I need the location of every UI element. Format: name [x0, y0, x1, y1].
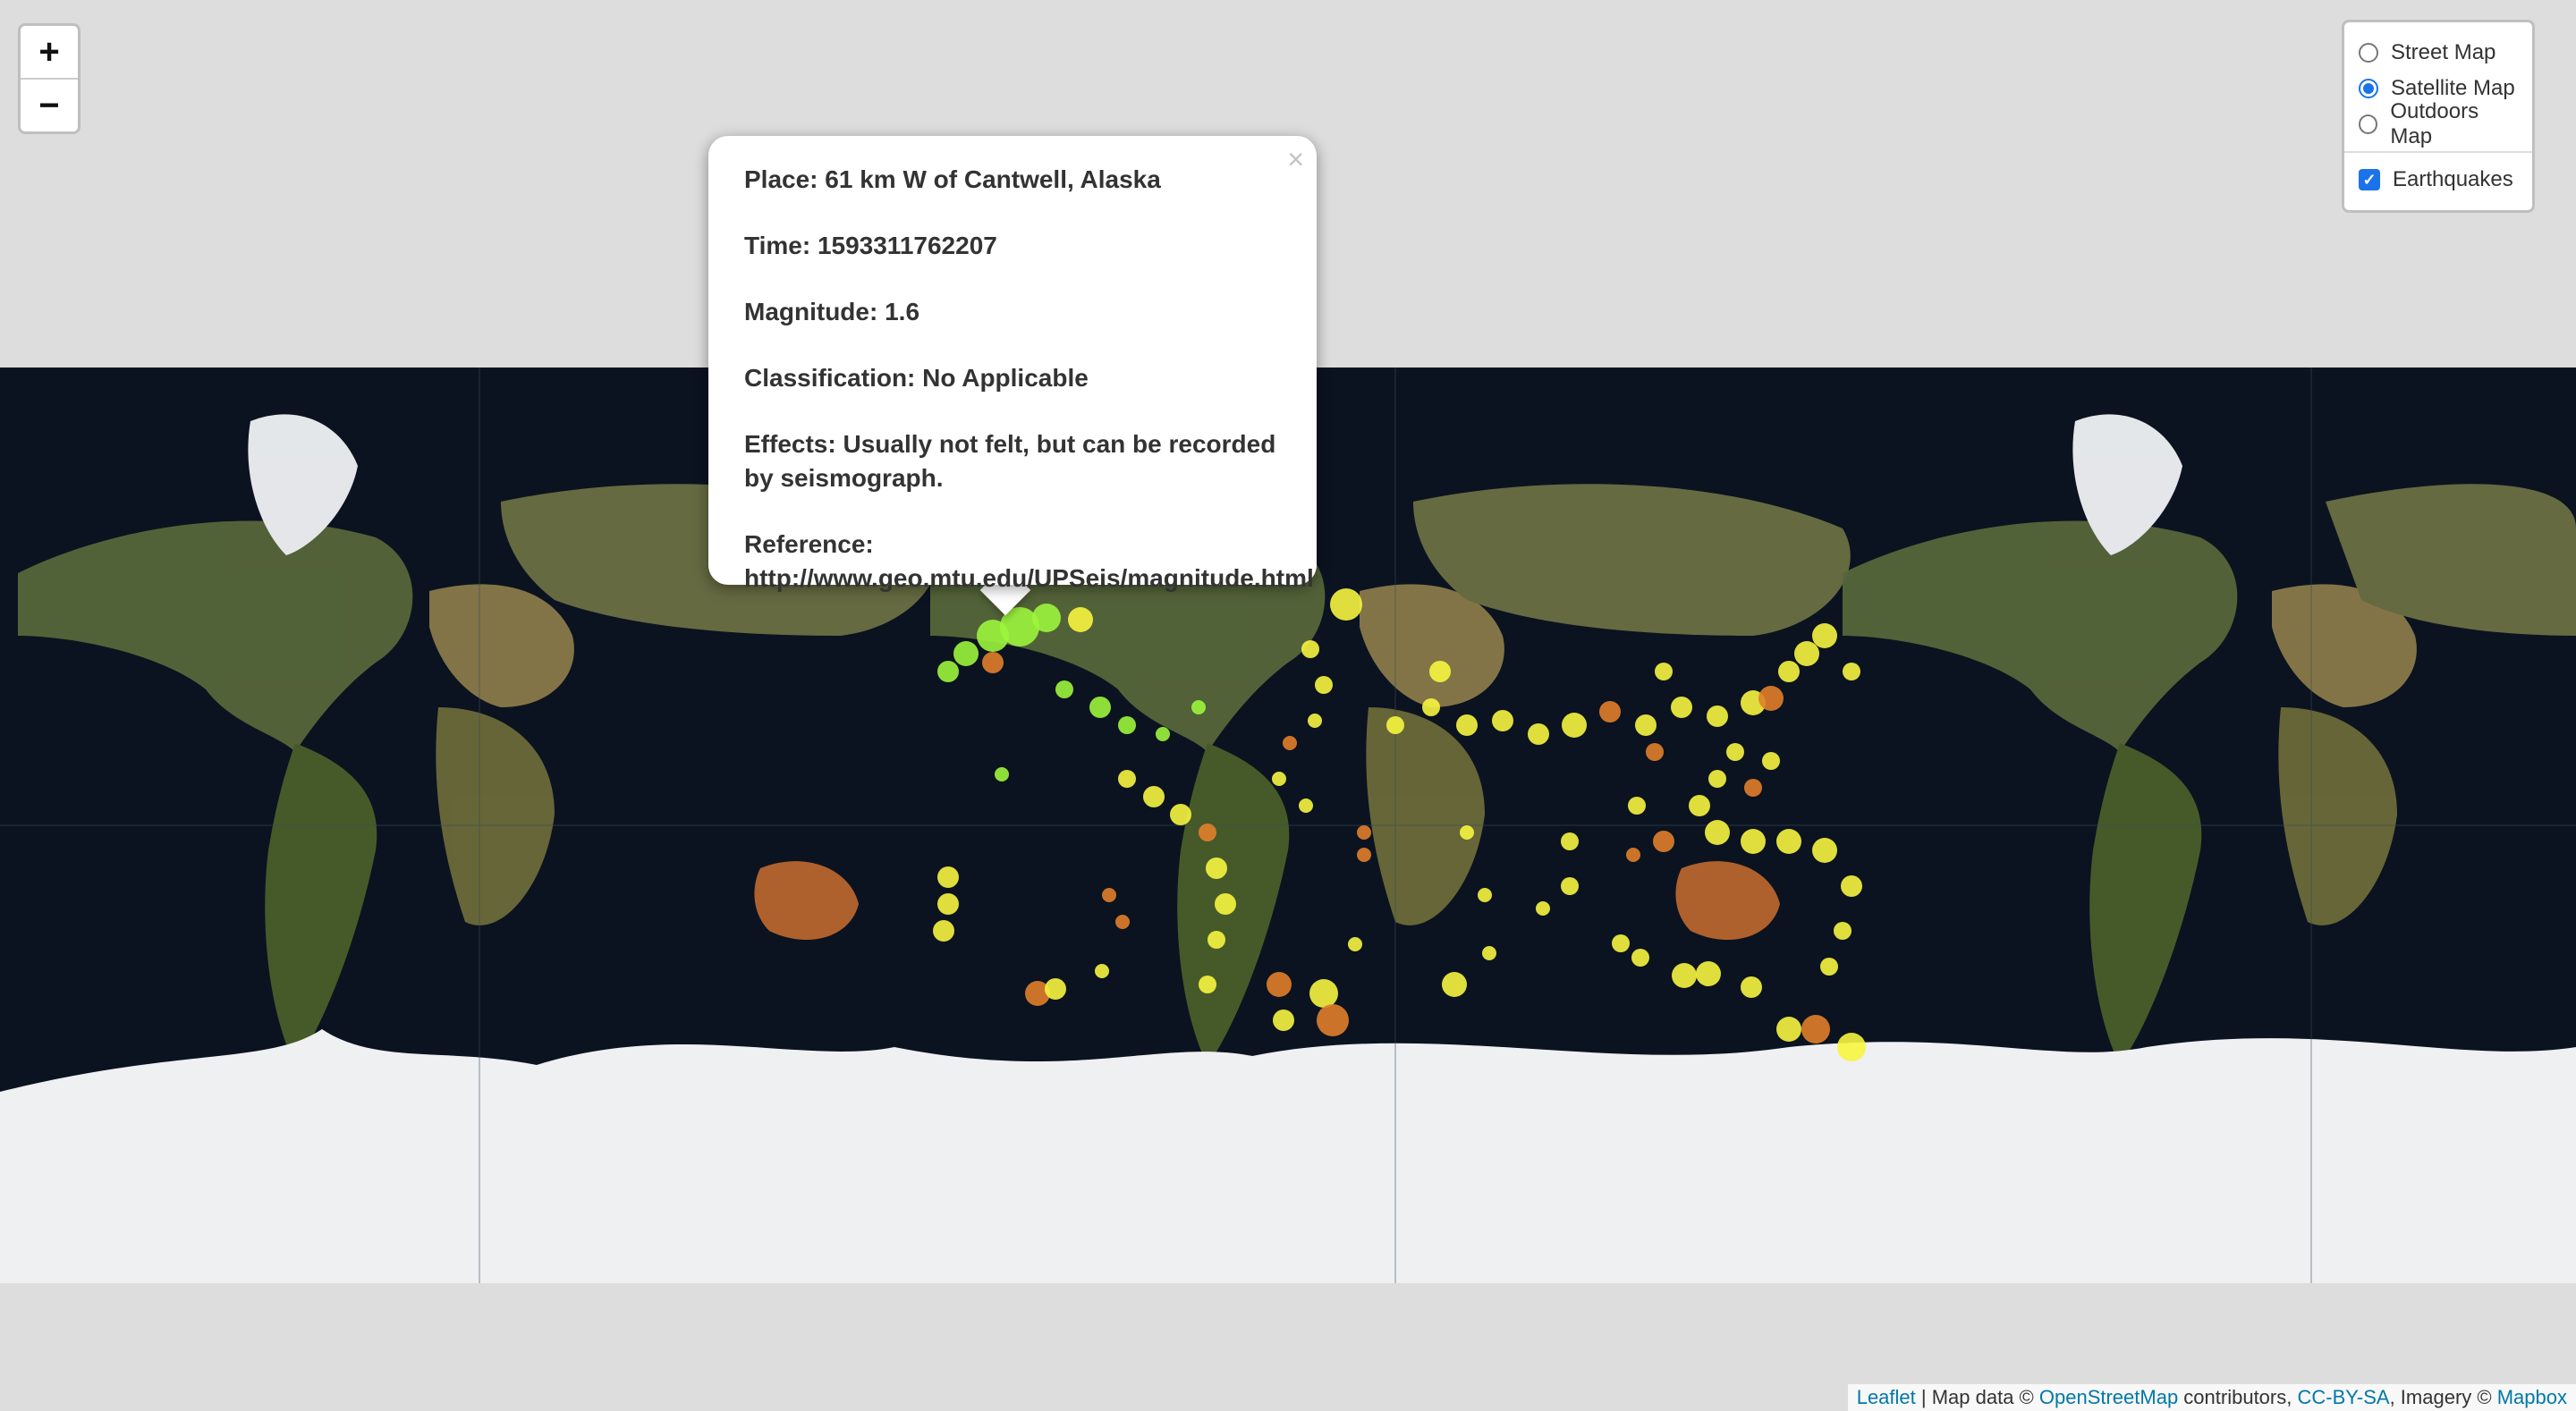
popup-time: Time: 1593311762207 — [744, 232, 997, 259]
layer-control: Street Map Satellite Map Outdoors Map ✓ … — [2342, 20, 2535, 213]
outdoors-map-label: Outdoors Map — [2390, 99, 2479, 148]
popup-reference: Reference: http://www.geo.mtu.edu/UPSeis… — [744, 530, 1314, 592]
popup-place: Place: 61 km W of Cantwell, Alaska — [744, 165, 1161, 193]
mapbox-link[interactable]: Mapbox — [2497, 1386, 2567, 1408]
satellite-map-label: Satellite Map — [2391, 76, 2515, 100]
popup-classification: Classification: No Applicable — [744, 364, 1089, 392]
attribution-text-1: | Map data © — [1915, 1386, 2039, 1408]
base-layer-street[interactable]: Street Map — [2355, 35, 2521, 71]
license-link[interactable]: CC-BY-SA — [2297, 1386, 2389, 1408]
attribution-text-3: , Imagery © — [2389, 1386, 2497, 1408]
earthquakes-label: Earthquakes — [2393, 167, 2513, 191]
base-layer-outdoors[interactable]: Outdoors Map — [2355, 99, 2521, 148]
leaflet-link[interactable]: Leaflet — [1857, 1386, 1916, 1408]
zoom-out-button[interactable]: − — [21, 80, 78, 131]
street-map-label: Street Map — [2391, 40, 2496, 64]
map-attribution: Leaflet | Map data © OpenStreetMap contr… — [1847, 1384, 2576, 1411]
layer-separator — [2344, 151, 2532, 153]
popup-close-button[interactable]: × — [1287, 143, 1304, 176]
antarctica-ice — [0, 1029, 2576, 1283]
popup-magnitude: Magnitude: 1.6 — [744, 298, 920, 325]
earthquakes-checkbox[interactable]: ✓ — [2359, 169, 2380, 190]
overlay-earthquakes[interactable]: ✓ Earthquakes — [2355, 162, 2521, 198]
popup-effects: Effects: Usually not felt, but can be re… — [744, 430, 1276, 492]
outdoors-map-radio[interactable] — [2359, 114, 2378, 134]
attribution-text-2: contributors, — [2178, 1386, 2298, 1408]
street-map-radio[interactable] — [2359, 43, 2378, 63]
zoom-in-button[interactable]: + — [21, 26, 78, 80]
satellite-map-radio[interactable] — [2359, 79, 2378, 98]
osm-link[interactable]: OpenStreetMap — [2039, 1386, 2178, 1408]
earthquake-popup: × Place: 61 km W of Cantwell, Alaska Tim… — [708, 136, 1317, 592]
zoom-control: + − — [18, 23, 80, 134]
